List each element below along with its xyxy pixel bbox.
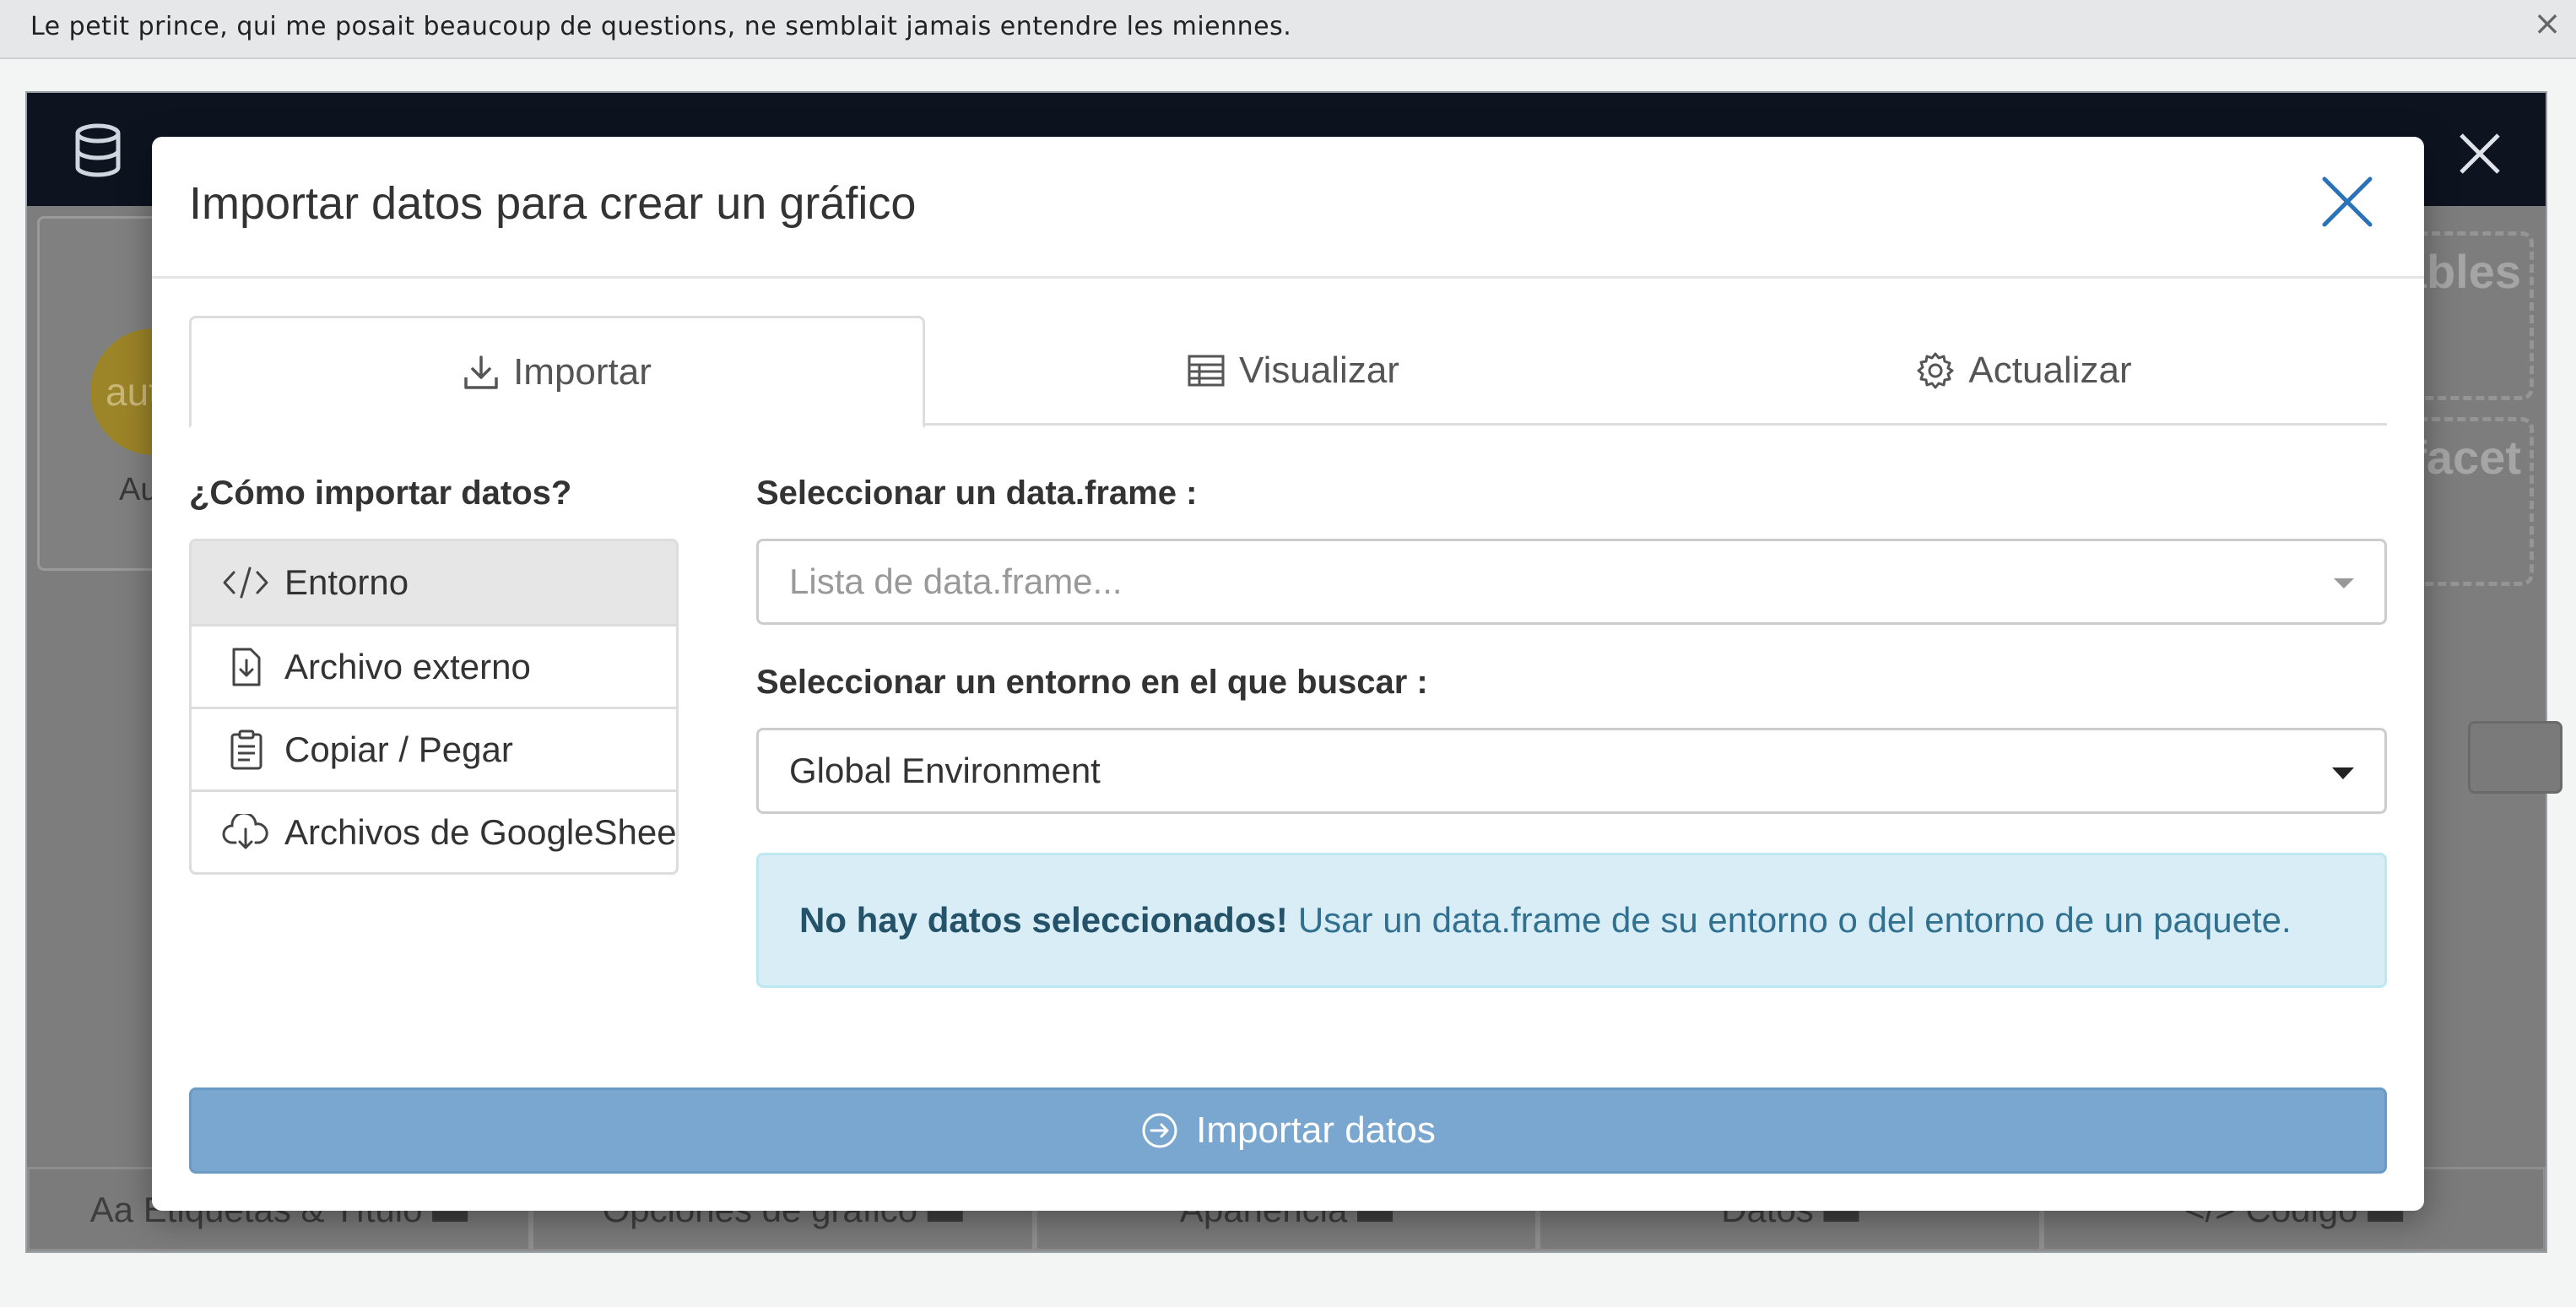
- chevron-down-icon: [2332, 767, 2354, 779]
- banner-close-icon[interactable]: ×: [2530, 7, 2564, 41]
- environment-label: Seleccionar un entorno en el que buscar …: [756, 664, 1428, 701]
- file-import-icon: [232, 648, 261, 686]
- modal-close-icon[interactable]: [2318, 172, 2377, 231]
- tab-import-label: Importar: [513, 350, 652, 393]
- tab-visualize-label: Visualizar: [1239, 350, 1399, 391]
- environment-select[interactable]: Global Environment: [756, 728, 2387, 814]
- method-googlesheets[interactable]: Archivos de GoogleSheets: [192, 789, 676, 872]
- no-data-alert: No hay datos seleccionados! Usar un data…: [756, 853, 2387, 988]
- dataframe-select[interactable]: Lista de data.frame...: [756, 539, 2387, 625]
- method-googlesheets-label: Archivos de GoogleSheets: [284, 811, 679, 852]
- environment-value: Global Environment: [789, 751, 1101, 790]
- tab-import[interactable]: Importar: [189, 316, 925, 428]
- method-environment-label: Entorno: [284, 562, 409, 602]
- how-to-import-label: ¿Cómo importar datos?: [189, 475, 572, 512]
- method-copy-paste-label: Copiar / Pegar: [284, 729, 513, 769]
- gear-icon: [1917, 352, 1954, 389]
- import-method-list: Entorno Archivo externo Copiar / Pegar A…: [189, 539, 679, 875]
- modal-tabs: Importar Visualizar Actualizar: [189, 316, 2387, 428]
- method-external-file-label: Archivo externo: [284, 646, 531, 686]
- cloud-download-icon: [222, 813, 268, 849]
- tab-visualize[interactable]: Visualizar: [925, 316, 1661, 426]
- download-icon: [464, 355, 498, 389]
- import-data-modal: Importar datos para crear un gráfico Imp…: [152, 137, 2424, 1211]
- clipboard-icon: [230, 729, 262, 769]
- tab-update-label: Actualizar: [1968, 350, 2132, 391]
- table-icon: [1188, 355, 1225, 387]
- arrow-circle-right-icon: [1142, 1113, 1177, 1148]
- chevron-down-icon: [2334, 578, 2354, 588]
- modal-header: Importar datos para crear un gráfico: [152, 137, 2424, 279]
- method-environment[interactable]: Entorno: [192, 541, 676, 624]
- method-copy-paste[interactable]: Copiar / Pegar: [192, 707, 676, 789]
- dataframe-placeholder: Lista de data.frame...: [789, 561, 1123, 601]
- alert-strong-text: No hay datos seleccionados!: [799, 900, 1288, 940]
- export-download-button[interactable]: [2468, 721, 2562, 794]
- code-icon: [223, 567, 268, 599]
- banner-message: Le petit prince, qui me posait beaucoup …: [30, 12, 1292, 41]
- database-icon[interactable]: [73, 123, 123, 177]
- message-banner: Le petit prince, qui me posait beaucoup …: [0, 0, 2576, 59]
- dataframe-label: Seleccionar un data.frame :: [756, 475, 1198, 512]
- import-data-button-label: Importar datos: [1196, 1109, 1436, 1151]
- tab-update[interactable]: Actualizar: [1661, 316, 2387, 426]
- alert-text: Usar un data.frame de su entorno o del e…: [1297, 900, 2292, 940]
- import-data-button[interactable]: Importar datos: [189, 1087, 2387, 1174]
- method-external-file[interactable]: Archivo externo: [192, 624, 676, 707]
- close-icon[interactable]: [2458, 132, 2502, 176]
- modal-title: Importar datos para crear un gráfico: [189, 178, 917, 229]
